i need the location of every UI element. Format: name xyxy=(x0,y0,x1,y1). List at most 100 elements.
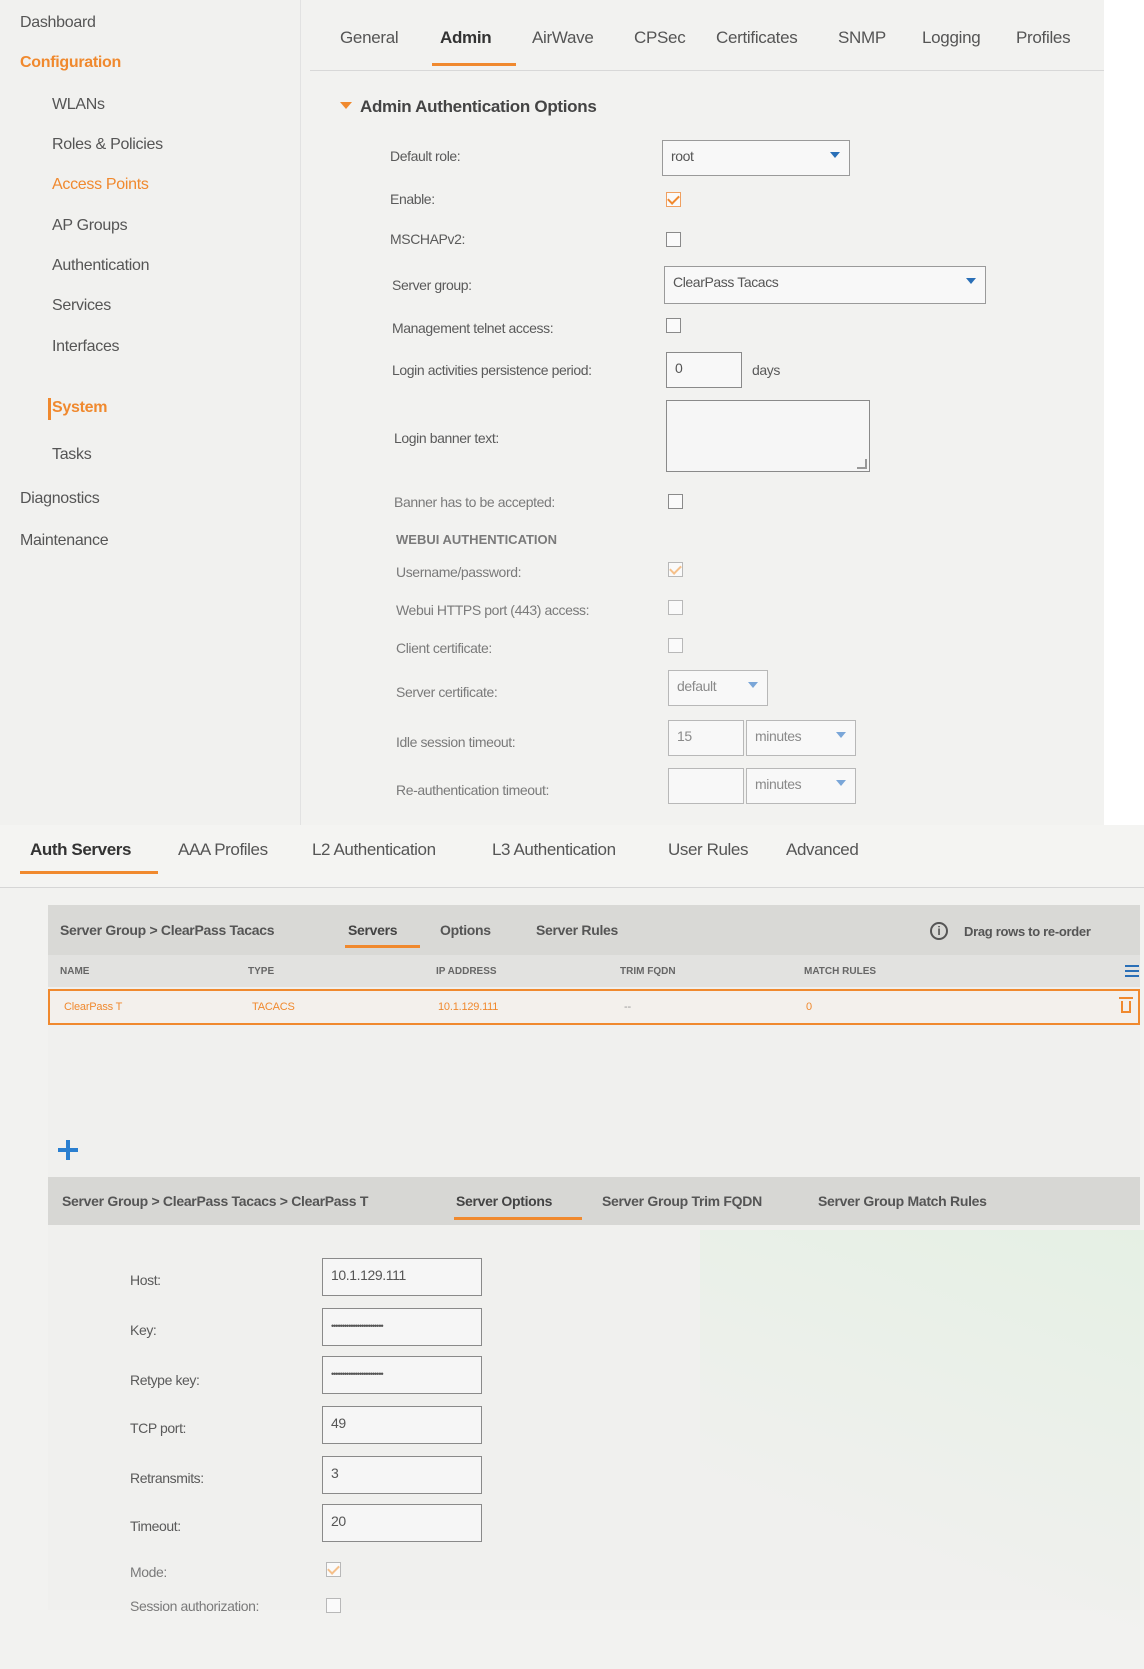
chevron-down-icon xyxy=(836,732,846,738)
active-tab-underline xyxy=(432,63,516,66)
chevron-down-icon xyxy=(830,152,840,158)
timeout-input[interactable]: 20 xyxy=(322,1504,482,1542)
sidebar-item-wlans[interactable]: WLANs xyxy=(52,96,105,114)
tab-user-rules[interactable]: User Rules xyxy=(668,840,748,860)
telnet-checkbox[interactable] xyxy=(666,318,681,333)
persistence-unit: days xyxy=(752,362,780,378)
retransmits-input[interactable]: 3 xyxy=(322,1456,482,1494)
reauth-timeout-input[interactable] xyxy=(668,768,744,804)
default-role-select[interactable]: root xyxy=(662,140,850,176)
table-header xyxy=(48,955,1140,987)
banner-text-area[interactable] xyxy=(666,400,870,472)
add-server-icon[interactable] xyxy=(58,1140,78,1160)
enable-checkbox[interactable] xyxy=(666,192,681,207)
sidebar-item-services[interactable]: Services xyxy=(52,297,111,315)
tab-servers[interactable]: Servers xyxy=(348,922,398,938)
mschapv2-label: MSCHAPv2: xyxy=(390,231,465,247)
column-type[interactable]: TYPE xyxy=(248,966,274,977)
trash-icon[interactable] xyxy=(1119,997,1133,1013)
key-input[interactable]: •••••••••••••••••••••••• xyxy=(322,1308,482,1346)
reauth-unit-value: minutes xyxy=(755,776,802,792)
tab-advanced[interactable]: Advanced xyxy=(786,840,859,860)
sidebar-item-system[interactable]: System xyxy=(52,399,107,417)
tab-profiles[interactable]: Profiles xyxy=(1016,28,1071,48)
enable-label: Enable: xyxy=(390,191,435,207)
mschapv2-checkbox[interactable] xyxy=(666,232,681,247)
column-match-rules[interactable]: MATCH RULES xyxy=(804,966,876,977)
table-row[interactable] xyxy=(48,989,1140,1025)
system-tabs xyxy=(310,0,1104,71)
client-cert-checkbox[interactable] xyxy=(668,638,683,653)
mode-checkbox[interactable] xyxy=(326,1562,341,1577)
server-group-select[interactable]: ClearPass Tacacs xyxy=(664,266,986,304)
persistence-label: Login activities persistence period: xyxy=(392,362,592,378)
https-access-checkbox[interactable] xyxy=(668,600,683,615)
sidebar-item-interfaces[interactable]: Interfaces xyxy=(52,338,120,356)
column-name[interactable]: NAME xyxy=(60,966,89,977)
sidebar-item-access-points[interactable]: Access Points xyxy=(52,176,149,194)
default-role-value: root xyxy=(671,148,694,164)
session-auth-checkbox[interactable] xyxy=(326,1598,341,1613)
sidebar-item-roles-policies[interactable]: Roles & Policies xyxy=(52,136,163,154)
sidebar-item-configuration[interactable]: Configuration xyxy=(20,54,121,72)
sidebar-item-dashboard[interactable]: Dashboard xyxy=(20,14,96,32)
userpass-label: Username/password: xyxy=(396,564,522,580)
host-input[interactable]: 10.1.129.111 xyxy=(322,1258,482,1296)
row-type: TACACS xyxy=(252,1001,295,1013)
tab-general[interactable]: General xyxy=(340,28,399,48)
userpass-checkbox[interactable] xyxy=(668,562,683,577)
telnet-label: Management telnet access: xyxy=(392,320,554,336)
tab-l2-authentication[interactable]: L2 Authentication xyxy=(312,840,436,860)
collapse-arrow-icon[interactable] xyxy=(340,102,352,109)
idle-unit-value: minutes xyxy=(755,728,802,744)
tab-snmp[interactable]: SNMP xyxy=(838,28,886,48)
tab-server-rules[interactable]: Server Rules xyxy=(536,922,618,938)
idle-unit-select[interactable]: minutes xyxy=(746,720,856,756)
tab-l3-authentication[interactable]: L3 Authentication xyxy=(492,840,616,860)
sidebar-item-maintenance[interactable]: Maintenance xyxy=(20,532,109,550)
idle-timeout-input[interactable]: 15 xyxy=(668,720,744,756)
tab-airwave[interactable]: AirWave xyxy=(532,28,594,48)
tab-server-options[interactable]: Server Options xyxy=(456,1193,552,1209)
tab-server-group-match-rules[interactable]: Server Group Match Rules xyxy=(818,1193,987,1209)
server-group-breadcrumb[interactable]: Server Group > ClearPass Tacacs xyxy=(60,922,274,938)
reauth-unit-select[interactable]: minutes xyxy=(746,768,856,804)
tab-certificates[interactable]: Certificates xyxy=(716,28,798,48)
sidebar-item-ap-groups[interactable]: AP Groups xyxy=(52,217,128,235)
server-options-breadcrumb[interactable]: Server Group > ClearPass Tacacs > ClearP… xyxy=(62,1193,368,1209)
server-group-label: Server group: xyxy=(392,277,472,293)
active-tab-underline xyxy=(454,1217,582,1220)
chevron-down-icon xyxy=(836,780,846,786)
tab-admin[interactable]: Admin xyxy=(440,28,492,48)
active-indicator xyxy=(48,398,51,420)
server-group-value: ClearPass Tacacs xyxy=(673,274,779,290)
tab-logging[interactable]: Logging xyxy=(922,28,981,48)
sidebar-item-diagnostics[interactable]: Diagnostics xyxy=(20,490,100,508)
banner-accept-label: Banner has to be accepted: xyxy=(394,494,555,510)
idle-timeout-label: Idle session timeout: xyxy=(396,734,516,750)
column-trim-fqdn[interactable]: TRIM FQDN xyxy=(620,966,676,977)
sidebar: Dashboard Configuration WLANs Roles & Po… xyxy=(0,0,301,825)
reauth-timeout-label: Re-authentication timeout: xyxy=(396,782,550,798)
tab-cpsec[interactable]: CPSec xyxy=(634,28,686,48)
chevron-down-icon xyxy=(966,278,976,284)
sidebar-item-tasks[interactable]: Tasks xyxy=(52,446,92,464)
tab-aaa-profiles[interactable]: AAA Profiles xyxy=(178,840,268,860)
section-title[interactable]: Admin Authentication Options xyxy=(360,97,597,117)
row-name: ClearPass T xyxy=(64,1001,123,1013)
column-ip-address[interactable]: IP ADDRESS xyxy=(436,966,497,977)
server-cert-select[interactable]: default xyxy=(668,670,768,706)
column-menu-icon[interactable] xyxy=(1125,965,1139,979)
row-match-rules: 0 xyxy=(806,1001,812,1013)
active-tab-underline xyxy=(20,871,158,874)
banner-accept-checkbox[interactable] xyxy=(668,494,683,509)
tcp-port-input[interactable]: 49 xyxy=(322,1406,482,1444)
tab-server-group-trim-fqdn[interactable]: Server Group Trim FQDN xyxy=(602,1193,762,1209)
retype-key-input[interactable]: •••••••••••••••••••••••• xyxy=(322,1356,482,1394)
persistence-input[interactable]: 0 xyxy=(666,352,742,388)
session-auth-label: Session authorization: xyxy=(130,1598,259,1614)
tab-options[interactable]: Options xyxy=(440,922,491,938)
sidebar-item-authentication[interactable]: Authentication xyxy=(52,257,150,275)
chevron-down-icon xyxy=(748,682,758,688)
tab-auth-servers[interactable]: Auth Servers xyxy=(30,840,131,860)
